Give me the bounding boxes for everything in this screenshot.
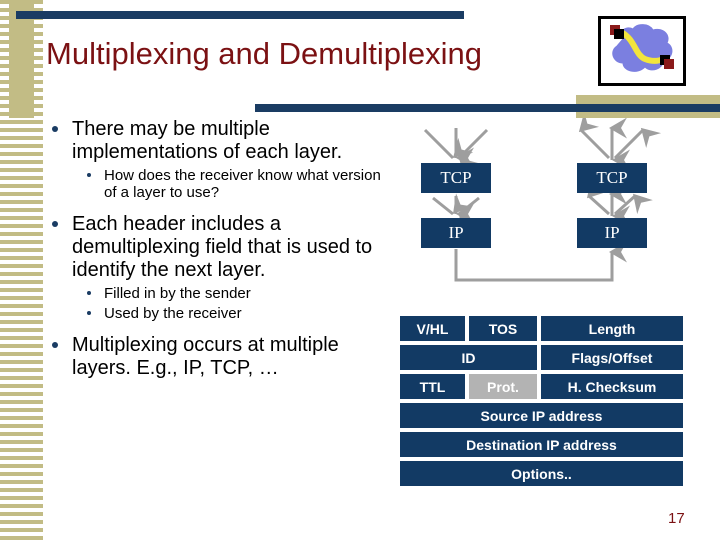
ip-field-options: Options.. — [400, 461, 683, 486]
slide-canvas: Multiplexing and Demultiplexing There ma… — [0, 0, 720, 540]
ip-field-destination-address: Destination IP address — [400, 432, 683, 457]
protocol-stack-diagram: TCP IP TCP IP — [395, 118, 695, 298]
bullet-level2: Filled in by the sender — [44, 285, 389, 302]
right-stack-ip-box: IP — [577, 218, 647, 248]
bullet-text: There may be multiple implementations of… — [72, 118, 343, 163]
page-number: 17 — [668, 510, 685, 527]
bullet-dot-icon — [52, 221, 58, 227]
bullet-dot-icon — [52, 342, 58, 348]
ip-field-ttl: TTL — [400, 374, 465, 399]
left-stack-tcp-box: TCP — [421, 163, 491, 193]
bullet-text: How does the receiver know what version … — [104, 167, 381, 201]
box-label: IP — [448, 223, 464, 242]
ip-field-id: ID — [400, 345, 537, 370]
page-title: Multiplexing and Demultiplexing — [46, 36, 482, 71]
bullet-text: Used by the receiver — [104, 305, 242, 322]
ip-field-protocol: Prot. — [469, 374, 537, 399]
bullet-text: Each header includes a demultiplexing fi… — [72, 213, 373, 281]
top-accent-bar — [16, 11, 464, 19]
ip-header-row: ID Flags/Offset — [400, 345, 683, 370]
ip-field-source-address: Source IP address — [400, 403, 683, 428]
bullet-dot-icon — [87, 173, 91, 177]
bullet-level2: Used by the receiver — [44, 305, 389, 322]
bullet-dot-icon — [87, 291, 91, 295]
box-label: TCP — [440, 168, 472, 187]
ip-field-vhl: V/HL — [400, 316, 465, 341]
bullet-level1: Multiplexing occurs at multiple layers. … — [44, 334, 389, 380]
ip-header-row: TTL Prot. H. Checksum — [400, 374, 683, 399]
box-label: IP — [604, 223, 620, 242]
ip-field-header-checksum: H. Checksum — [541, 374, 683, 399]
ip-field-length: Length — [541, 316, 683, 341]
bullet-level1: Each header includes a demultiplexing fi… — [44, 213, 389, 282]
bullet-text: Multiplexing occurs at multiple layers. … — [72, 334, 339, 379]
bullet-text: Filled in by the sender — [104, 285, 251, 302]
mux-demux-arrows — [423, 118, 662, 282]
ip-header-row: Source IP address — [400, 403, 683, 428]
right-stack-tcp-box: TCP — [577, 163, 647, 193]
left-stack-ip-box: IP — [421, 218, 491, 248]
bullet-list: There may be multiple implementations of… — [44, 118, 389, 382]
ip-field-tos: TOS — [469, 316, 537, 341]
ip-field-flags-offset: Flags/Offset — [541, 345, 683, 370]
cloud-logo-graphic — [610, 24, 674, 72]
ip-header-diagram: V/HL TOS Length ID Flags/Offset TTL Prot… — [400, 316, 683, 490]
ip-header-row: Options.. — [400, 461, 683, 486]
bullet-level2: How does the receiver know what version … — [44, 167, 389, 201]
network-cloud-logo — [598, 16, 686, 86]
bullet-dot-icon — [87, 311, 91, 315]
box-label: TCP — [596, 168, 628, 187]
bullet-dot-icon — [52, 126, 58, 132]
title-underline-bar — [255, 104, 720, 112]
ip-header-row: Destination IP address — [400, 432, 683, 457]
ip-header-row: V/HL TOS Length — [400, 316, 683, 341]
bullet-level1: There may be multiple implementations of… — [44, 118, 389, 164]
